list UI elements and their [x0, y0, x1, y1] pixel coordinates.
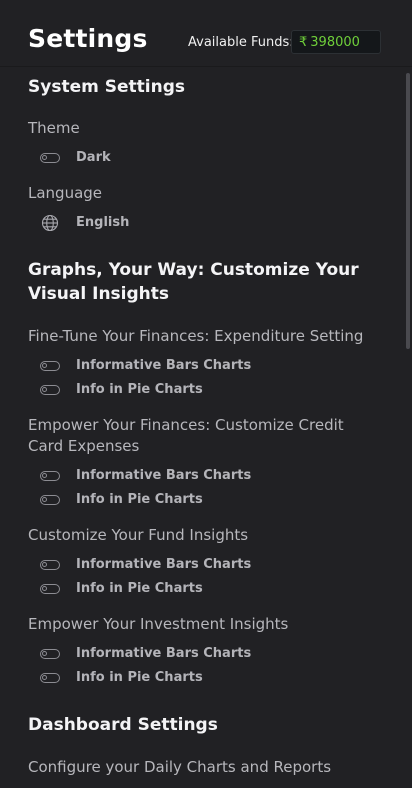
investment-insights-title: Empower Your Investment Insights [28, 615, 289, 633]
expenditure-pie-toggle[interactable] [40, 385, 60, 395]
theme-toggle[interactable] [40, 153, 60, 163]
graphs-heading: Graphs, Your Way: Customize Your Visual … [28, 260, 359, 304]
expenditure-bars-toggle[interactable] [40, 361, 60, 371]
available-funds-label: Available Funds: [188, 35, 294, 50]
option-label: Info in Pie Charts [76, 492, 203, 507]
expenditure-bars-row[interactable]: Informative Bars Charts [40, 356, 251, 376]
investment-pie-row[interactable]: Info in Pie Charts [40, 668, 203, 688]
theme-toggle-row[interactable]: Dark [40, 148, 111, 168]
theme-value: Dark [76, 150, 111, 165]
credit-card-bars-toggle[interactable] [40, 471, 60, 481]
language-value: English [76, 215, 130, 230]
settings-page: Settings Available Funds: ₹ 398000 Syste… [0, 0, 412, 788]
page-title: Settings [28, 24, 148, 53]
option-label: Informative Bars Charts [76, 646, 252, 661]
fund-pie-row[interactable]: Info in Pie Charts [40, 579, 203, 599]
investment-pie-toggle[interactable] [40, 673, 60, 683]
header: Settings Available Funds: ₹ 398000 [0, 0, 412, 66]
option-label: Informative Bars Charts [76, 468, 252, 483]
expenditure-pie-row[interactable]: Info in Pie Charts [40, 380, 203, 400]
dashboard-settings-heading: Dashboard Settings [28, 715, 218, 735]
theme-label: Theme [28, 119, 80, 137]
globe-icon [40, 213, 60, 233]
credit-card-bars-row[interactable]: Informative Bars Charts [40, 466, 251, 486]
investment-bars-row[interactable]: Informative Bars Charts [40, 644, 251, 664]
fund-bars-toggle[interactable] [40, 560, 60, 570]
option-label: Informative Bars Charts [76, 557, 252, 572]
option-label: Informative Bars Charts [76, 358, 252, 373]
fund-bars-row[interactable]: Informative Bars Charts [40, 555, 251, 575]
daily-charts-subheading: Configure your Daily Charts and Reports [28, 758, 332, 776]
option-label: Info in Pie Charts [76, 670, 203, 685]
language-label: Language [28, 184, 103, 202]
settings-content: System Settings Theme Dark Language Engl… [0, 67, 404, 788]
credit-card-setting-title: Empower Your Finances: Customize Credit … [28, 416, 344, 455]
option-label: Info in Pie Charts [76, 382, 203, 397]
language-row[interactable]: English [40, 213, 129, 233]
system-settings-heading: System Settings [28, 77, 185, 97]
investment-bars-toggle[interactable] [40, 649, 60, 659]
rupee-symbol: ₹ [299, 34, 308, 50]
credit-card-pie-toggle[interactable] [40, 495, 60, 505]
scrollbar[interactable] [406, 73, 410, 349]
fund-insights-title: Customize Your Fund Insights [28, 526, 249, 544]
option-label: Info in Pie Charts [76, 581, 203, 596]
available-funds-value: 398000 [310, 34, 360, 50]
available-funds-display: ₹ 398000 [291, 30, 381, 54]
expenditure-setting-title: Fine-Tune Your Finances: Expenditure Set… [28, 327, 364, 345]
fund-pie-toggle[interactable] [40, 584, 60, 594]
credit-card-pie-row[interactable]: Info in Pie Charts [40, 490, 203, 510]
